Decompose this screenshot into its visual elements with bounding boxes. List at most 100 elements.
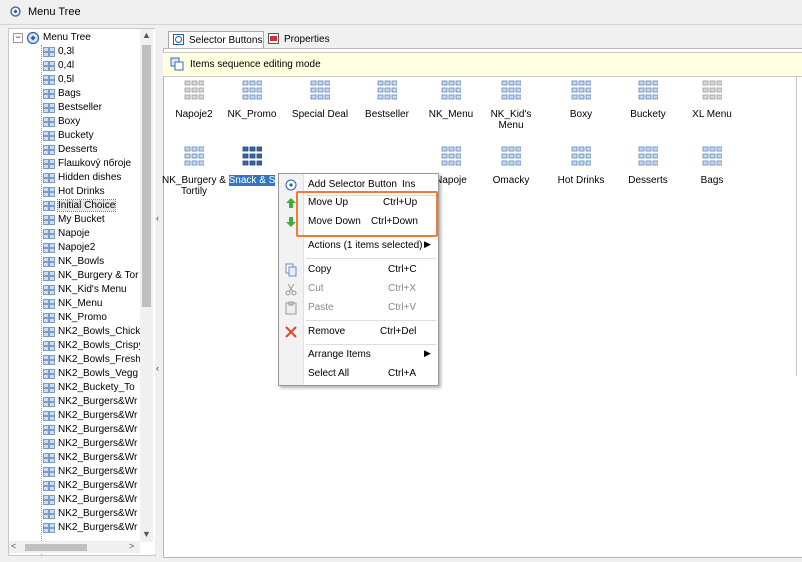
tree-item-label: NK_Kid's Menu xyxy=(58,284,127,295)
menu-label: Cut xyxy=(308,283,324,294)
panel-edge xyxy=(796,76,802,376)
selector-button-text: Snack & S xyxy=(228,175,276,186)
selector-group-icon xyxy=(43,453,55,463)
tab-label: Properties xyxy=(284,34,330,45)
tree-horizontal-scrollbar[interactable]: < > xyxy=(9,541,140,553)
menu-shortcut: Ctrl+X xyxy=(388,283,417,294)
menu-separator xyxy=(306,320,436,321)
collapse-left-icon[interactable]: ‹ xyxy=(156,213,159,223)
menu-label: Remove xyxy=(308,326,346,337)
tab-selector-buttons[interactable]: Selector Buttons xyxy=(168,31,264,48)
menu-item-select-all[interactable]: Select All Ctrl+A xyxy=(279,365,438,383)
selector-button-icon xyxy=(571,80,591,100)
selector-button[interactable]: Desserts xyxy=(616,146,680,200)
selector-button-label: NK_Kid's Menu xyxy=(490,109,532,131)
tree-item-label: Initial Choice xyxy=(56,199,117,212)
selector-group-icon xyxy=(43,201,55,211)
menu-item-cut[interactable]: Cut Ctrl+X xyxy=(279,280,438,298)
selector-group-icon xyxy=(43,271,55,281)
tree-item-label: NK2_Burgers&Wr xyxy=(58,396,138,407)
menu-item-remove[interactable]: Remove Ctrl+Del xyxy=(279,323,438,341)
move-items-highlight xyxy=(296,191,438,237)
selector-button-label: Omacky xyxy=(479,175,543,186)
collapse-left-icon-2[interactable]: ‹ xyxy=(156,363,159,373)
selector-button[interactable]: XL Menu xyxy=(680,80,744,134)
mode-banner-text: Items sequence editing mode xyxy=(190,59,321,70)
selector-group-icon xyxy=(43,397,55,407)
selector-button[interactable]: Snack & S xyxy=(220,146,284,200)
menu-shortcut: Ctrl+Del xyxy=(380,326,417,337)
tree-item-label: 0,5l xyxy=(58,74,75,85)
menu-item-arrange-items[interactable]: Arrange Items ▶ xyxy=(279,346,438,364)
tree-item-label: Buckety xyxy=(58,130,94,141)
panel-splitter[interactable]: ‹ ‹ xyxy=(155,28,162,554)
scroll-thumb[interactable] xyxy=(142,45,151,307)
selector-button[interactable]: Boxy xyxy=(549,80,613,134)
selector-button[interactable]: Hot Drinks xyxy=(549,146,613,200)
selector-button-icon xyxy=(702,146,722,166)
scroll-left-icon[interactable]: < xyxy=(11,541,16,551)
selector-button-label: Special Deal xyxy=(291,109,349,120)
selector-group-icon xyxy=(43,481,55,491)
selector-button[interactable]: Napoje2 xyxy=(162,80,226,134)
tree-item-label: 0,4l xyxy=(58,60,75,71)
selector-button[interactable]: NK_Promo xyxy=(220,80,284,134)
tree-vertical-scrollbar[interactable]: ▲ ▼ xyxy=(140,29,153,542)
remove-x-icon xyxy=(285,326,297,338)
scroll-down-icon[interactable]: ▼ xyxy=(140,529,153,541)
selector-button[interactable]: Special Deal xyxy=(288,80,352,134)
selector-button-icon xyxy=(310,80,330,100)
selector-group-icon xyxy=(43,425,55,435)
tree-item-label: Boxy xyxy=(58,116,81,127)
copy-icon xyxy=(285,263,297,277)
tree-item-label: NK2_Burgers&Wr xyxy=(58,410,138,421)
selector-group-icon xyxy=(43,411,55,421)
selector-button-icon xyxy=(501,146,521,166)
menu-label: Paste xyxy=(308,302,334,313)
selector-button-icon xyxy=(184,80,204,100)
menu-shortcut: Ins xyxy=(402,179,416,190)
tree-item-label: NK2_Burgers&Wr xyxy=(58,452,138,463)
window-titlebar: Menu Tree xyxy=(0,0,802,25)
menu-tree-panel[interactable]: − Menu Tree 0,3l 0,4l 0,5l Bags Bestseller Bo… xyxy=(8,28,156,556)
submenu-arrow-icon: ▶ xyxy=(424,239,431,249)
tree-item-label: Flaшkový пбroje xyxy=(58,158,132,169)
selector-button-text: Desserts xyxy=(628,175,668,186)
menu-item-actions[interactable]: Actions (1 items selected) ▶ xyxy=(279,237,438,255)
collapse-icon[interactable]: − xyxy=(13,33,23,43)
menu-label: Arrange Items xyxy=(308,349,371,360)
selector-button[interactable]: NK_Burgery & Tortily xyxy=(162,146,226,200)
selector-group-icon xyxy=(43,509,55,519)
selector-button[interactable]: Buckety xyxy=(616,80,680,134)
selector-button-label: Bestseller xyxy=(365,109,409,120)
selector-button[interactable]: Omacky xyxy=(479,146,543,200)
selector-button-icon xyxy=(702,80,722,100)
selector-button[interactable]: Bags xyxy=(680,146,744,200)
tree-item-label: NK2_Burgers&Wr xyxy=(58,466,138,477)
tree-item-label: NK2_Burgers&Wr xyxy=(58,522,138,533)
selector-group-icon xyxy=(43,383,55,393)
scroll-up-icon[interactable]: ▲ xyxy=(140,30,153,42)
selector-button-icon xyxy=(571,146,591,166)
selector-button-icon xyxy=(638,80,658,100)
selector-group-icon xyxy=(43,89,55,99)
tab-properties[interactable]: Properties xyxy=(264,31,334,47)
selector-button[interactable]: NK_Menu xyxy=(419,80,483,134)
menu-item-copy[interactable]: Copy Ctrl+C xyxy=(279,261,438,279)
selector-button-icon xyxy=(242,80,262,100)
selector-button[interactable]: NK_Kid's Menu xyxy=(479,80,543,134)
selector-buttons-icon xyxy=(173,34,184,45)
selector-button-label: Boxy xyxy=(569,109,593,120)
menu-tree-icon xyxy=(10,6,21,17)
menu-item-paste[interactable]: Paste Ctrl+V xyxy=(279,299,438,317)
scissors-icon xyxy=(285,283,297,296)
tree-item-label: NK_Bowls xyxy=(58,256,105,267)
selector-group-icon xyxy=(43,327,55,337)
tree-item-label: Napoje2 xyxy=(58,242,96,253)
selector-button[interactable]: Bestseller xyxy=(355,80,419,134)
selector-group-icon xyxy=(43,439,55,449)
hscroll-thumb[interactable] xyxy=(25,544,87,551)
tree-item-label: NK2_Bowls_Crispy xyxy=(58,340,144,351)
selector-button-label: Buckety xyxy=(630,109,666,120)
scroll-right-icon[interactable]: > xyxy=(129,541,134,551)
